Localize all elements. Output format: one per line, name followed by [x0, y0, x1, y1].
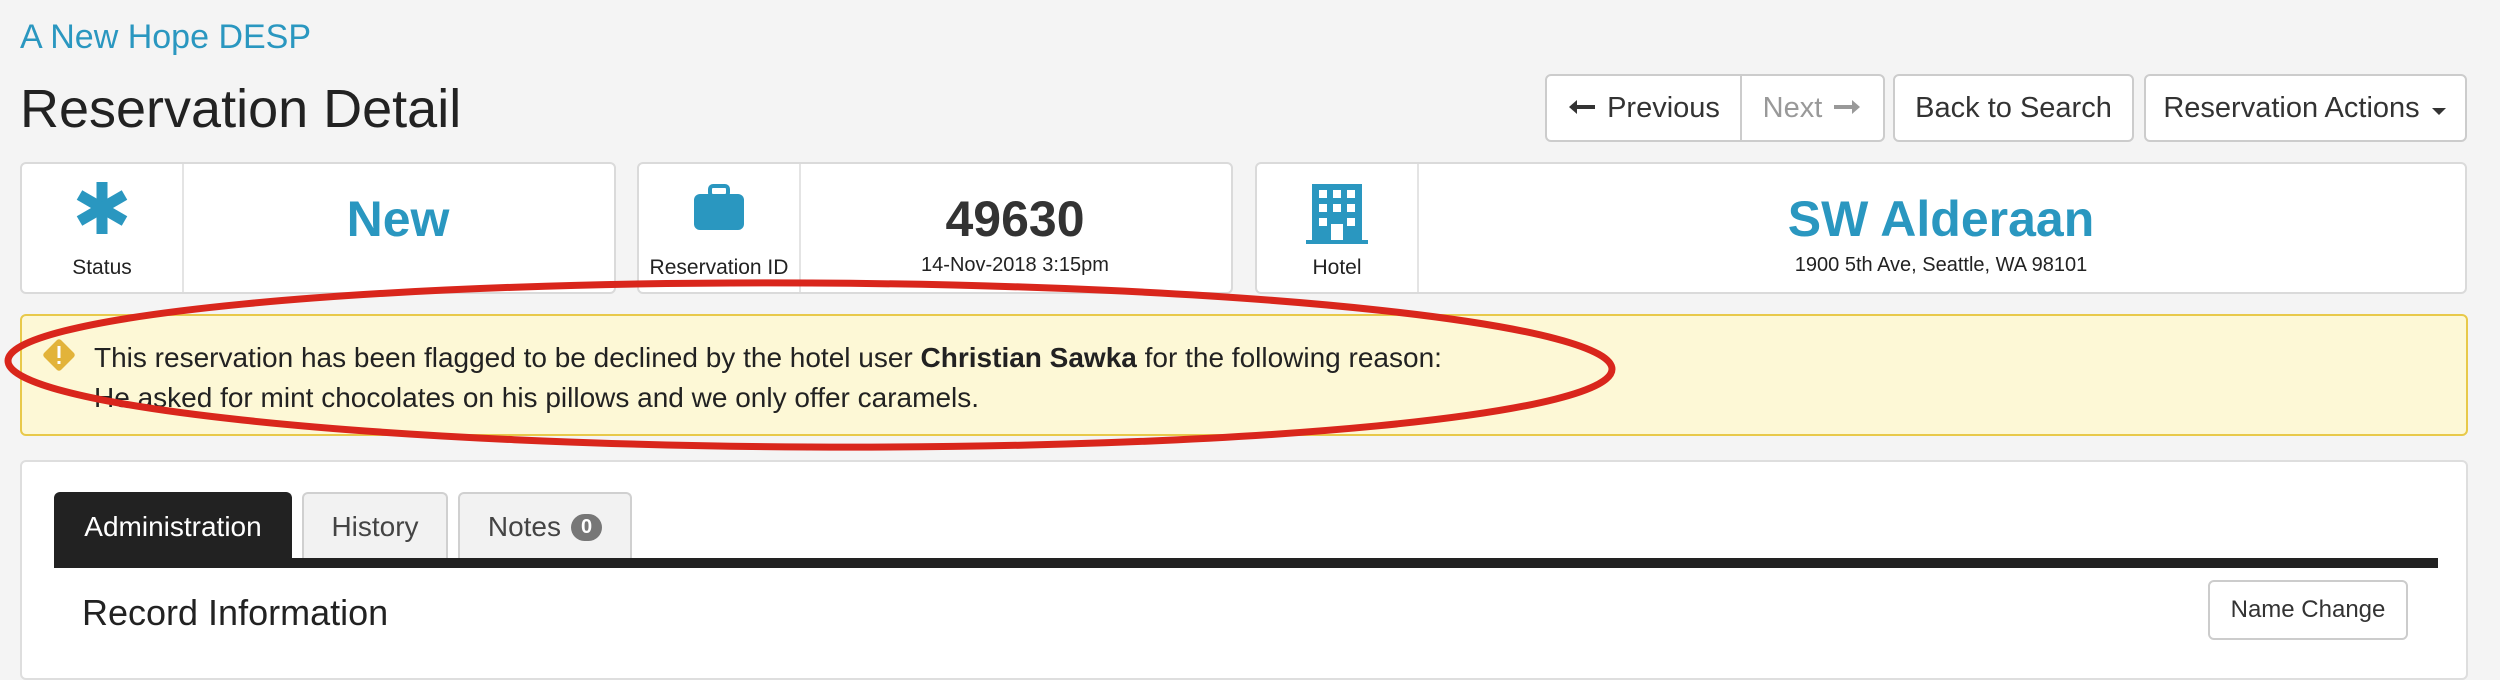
page-title: Reservation Detail	[20, 79, 462, 139]
name-change-button[interactable]: Name Change	[2208, 580, 2408, 640]
tab-notes[interactable]: Notes 0	[458, 492, 632, 560]
briefcase-icon	[639, 178, 799, 238]
hotel-name[interactable]: SW Alderaan	[1417, 190, 2465, 248]
notes-count-badge: 0	[571, 513, 603, 541]
reservation-id-label: Reservation ID	[649, 256, 789, 279]
status-value: New	[346, 191, 450, 247]
record-information-heading: Record Information	[82, 592, 389, 633]
status-label: Status	[72, 256, 132, 279]
back-to-search-label: Back to Search	[1915, 91, 2112, 124]
flagging-user: Christian Sawka	[920, 342, 1137, 373]
decline-reason: He asked for mint chocolates on his pill…	[94, 382, 980, 413]
hotel-address: 1900 5th Ave, Seattle, WA 98101	[1794, 254, 2088, 276]
next-label: Next	[1762, 91, 1823, 124]
back-to-search-button[interactable]: Back to Search	[1893, 74, 2134, 142]
tab-divider	[54, 558, 2438, 568]
alert-message: This reservation has been flagged to be …	[94, 342, 1442, 373]
tab-administration[interactable]: Administration	[54, 492, 292, 560]
arrow-left-icon	[1567, 92, 1597, 125]
asterisk-icon	[22, 178, 182, 238]
hotel-label: Hotel	[1312, 256, 1362, 279]
next-button[interactable]: Next	[1740, 74, 1885, 142]
decline-flag-alert: This reservation has been flagged to be …	[20, 314, 2468, 436]
caret-down-icon	[2430, 92, 2448, 125]
reservation-tabs-panel: Administration History Notes 0 Record In…	[20, 460, 2468, 680]
warning-icon	[42, 338, 76, 377]
reservation-date: 14-Nov-2018 3:15pm	[921, 254, 1109, 276]
brand-link[interactable]: A New Hope DESP	[20, 18, 311, 57]
reservation-actions-dropdown[interactable]: Reservation Actions	[2144, 74, 2467, 142]
previous-label: Previous	[1607, 91, 1720, 124]
hotel-card: Hotel SW Alderaan 1900 5th Ave, Seattle,…	[1255, 162, 2467, 294]
reservation-actions-label: Reservation Actions	[2163, 91, 2420, 124]
reservation-card: Reservation ID 49630 14-Nov-2018 3:15pm	[637, 162, 1233, 294]
building-icon	[1257, 178, 1417, 248]
tab-history[interactable]: History	[302, 492, 448, 560]
status-card: Status New	[20, 162, 616, 294]
reservation-id-value: 49630	[945, 191, 1085, 247]
previous-button[interactable]: Previous	[1545, 74, 1742, 142]
arrow-right-icon	[1832, 92, 1862, 125]
